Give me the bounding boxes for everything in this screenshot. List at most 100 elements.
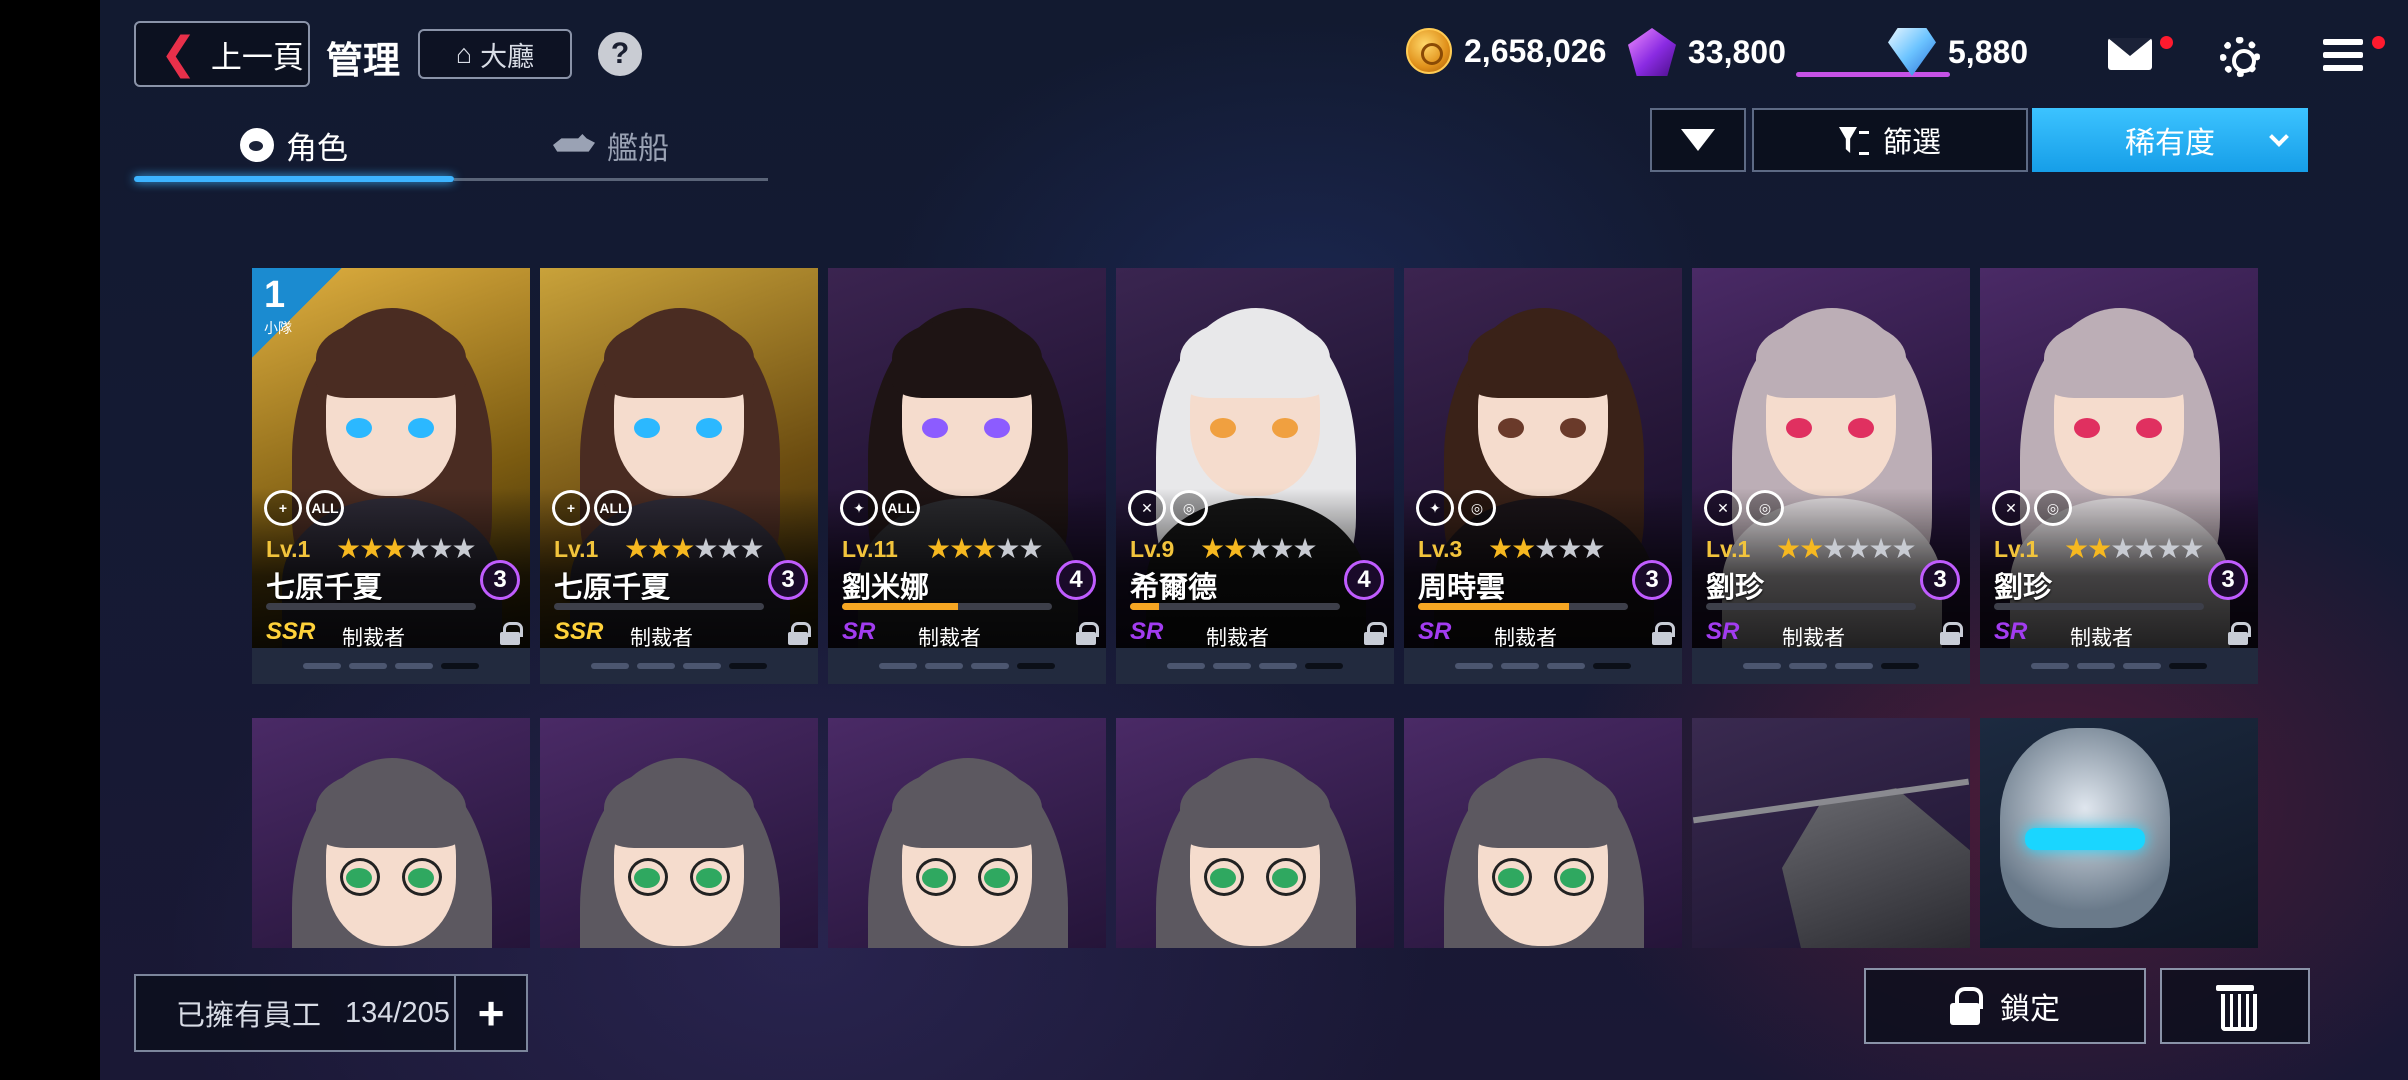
level-text: Lv.11 — [842, 536, 898, 562]
delete-button[interactable] — [2160, 968, 2310, 1044]
character-card-partial[interactable] — [1692, 718, 1970, 948]
job-label: 制裁者 — [342, 627, 405, 648]
rarity-label: SR — [842, 618, 876, 645]
character-name: 劉米娜 — [842, 572, 930, 604]
owned-employees-panel: 已擁有員工 134/205 + — [134, 974, 528, 1052]
role-icons: ✦ ◎ — [1416, 490, 1496, 526]
character-icon — [240, 128, 274, 162]
star-icon: ★ — [405, 533, 430, 564]
character-card[interactable]: ✕ ◎ Lv.9 ★★★★★ 希爾德 4 SR 制裁者 — [1116, 268, 1394, 684]
lock-icon — [1076, 622, 1099, 645]
lock-button[interactable]: 鎖定 — [1864, 968, 2146, 1044]
help-button[interactable]: ? — [598, 32, 642, 76]
tab-ships[interactable]: 艦船 — [454, 112, 768, 178]
character-card[interactable]: ✕ ◎ Lv.1 ★★★★★★ 劉珍 3 SR 制裁者 — [1692, 268, 1970, 684]
star-icon: ★ — [1292, 533, 1317, 564]
owned-count: 134/205 — [345, 996, 450, 1029]
menu-icon[interactable] — [2323, 39, 2363, 71]
target-role-icon: ALL — [306, 490, 344, 526]
glasses-lens — [402, 858, 442, 896]
footer-dash — [1167, 663, 1205, 669]
back-label: 上一頁 — [210, 39, 304, 75]
level-text: Lv.3 — [1418, 536, 1463, 562]
bangs-shape — [892, 318, 1042, 398]
tab-bar: 角色 艦船 — [134, 112, 768, 184]
eye-shape — [1272, 418, 1298, 438]
footer-dash — [2031, 663, 2069, 669]
footer-dash — [925, 663, 963, 669]
character-portrait: 1 小隊 + ALL Lv.1 ★★★★★★ 七原千夏 3 SSR 制裁者 — [252, 268, 530, 648]
footer-dash — [1835, 663, 1873, 669]
role-icons: + ALL — [552, 490, 632, 526]
star-icon: ★ — [670, 533, 695, 564]
exp-bar-fill — [842, 603, 958, 610]
bangs-shape — [2044, 318, 2194, 398]
exp-bar — [266, 603, 476, 610]
class-role-icon: ✦ — [1416, 490, 1454, 526]
diamond-resource[interactable]: 5,880 — [1888, 28, 2028, 76]
character-card-partial[interactable] — [1116, 718, 1394, 948]
character-portrait — [540, 718, 818, 948]
back-button[interactable]: ❮ 上一頁 — [134, 21, 310, 87]
exp-bar — [1994, 603, 2204, 610]
expand-capacity-button[interactable]: + — [454, 976, 526, 1050]
order-toggle-button[interactable] — [1650, 108, 1746, 172]
level-text: Lv.1 — [554, 536, 599, 562]
diamond-value: 5,880 — [1948, 33, 2029, 70]
filter-button[interactable]: 篩選 — [1752, 108, 2028, 172]
character-card[interactable]: ✦ ALL Lv.11 ★★★★★ 劉米娜 4 SR 制裁者 — [828, 268, 1106, 684]
footer-dash — [1501, 663, 1539, 669]
level-text: Lv.1 — [1706, 536, 1751, 562]
target-role-icon: ALL — [882, 490, 920, 526]
tab-characters[interactable]: 角色 — [134, 112, 454, 178]
page-title: 管理 — [326, 40, 400, 81]
bangs-shape — [1468, 318, 1618, 398]
lock-icon — [1940, 622, 1963, 645]
character-grid[interactable]: 1 小隊 + ALL Lv.1 ★★★★★★ 七原千夏 3 SSR 制裁者 + ALL Lv.1 ★★★★… — [100, 182, 2408, 948]
crystal-icon — [1628, 28, 1676, 76]
character-card[interactable]: + ALL Lv.1 ★★★★★★ 七原千夏 3 SSR 制裁者 — [540, 268, 818, 684]
character-card[interactable]: ✕ ◎ Lv.1 ★★★★★★ 劉珍 3 SR 制裁者 — [1980, 268, 2258, 684]
mail-icon[interactable] — [2108, 38, 2152, 70]
star-icon: ★ — [451, 533, 477, 564]
class-role-icon: ✕ — [1704, 490, 1742, 526]
star-icon: ★ — [1891, 533, 1917, 564]
lock-icon — [1950, 987, 1983, 1025]
glasses-lens — [1266, 858, 1306, 896]
character-card-partial[interactable] — [540, 718, 818, 948]
star-rating: ★★★★★ — [1200, 532, 1318, 565]
card-footer — [1692, 648, 1970, 684]
exp-bar — [1418, 603, 1628, 610]
rarity-label: SR — [1994, 618, 2028, 645]
home-icon: ⌂ — [455, 38, 473, 69]
character-portrait — [1404, 718, 1682, 948]
squad-marker: 1 小隊 — [252, 268, 342, 358]
character-card[interactable]: 1 小隊 + ALL Lv.1 ★★★★★★ 七原千夏 3 SSR 制裁者 — [252, 268, 530, 684]
character-card-partial[interactable] — [252, 718, 530, 948]
star-icon: ★ — [1868, 533, 1893, 564]
gear-icon[interactable] — [2220, 37, 2260, 77]
star-icon: ★ — [926, 533, 951, 564]
character-portrait: + ALL Lv.1 ★★★★★★ 七原千夏 3 SSR 制裁者 — [540, 268, 818, 648]
exp-bar-fill — [1130, 603, 1160, 610]
star-rating: ★★★★★★ — [336, 532, 477, 565]
star-rating: ★★★★★★ — [2064, 532, 2205, 565]
character-card-partial[interactable] — [1980, 718, 2258, 948]
sort-dropdown[interactable]: 稀有度 — [2032, 108, 2308, 172]
lobby-button[interactable]: ⌂ 大廳 — [418, 29, 572, 79]
character-card[interactable]: ✦ ◎ Lv.3 ★★★★★ 周時雲 3 SR 制裁者 — [1404, 268, 1682, 684]
glasses-lens — [1554, 858, 1594, 896]
card-footer — [252, 648, 530, 684]
character-card-partial[interactable] — [1404, 718, 1682, 948]
character-card-partial[interactable] — [828, 718, 1106, 948]
exp-bar — [842, 603, 1052, 610]
crystal-resource[interactable]: 33,800 — [1628, 28, 1786, 76]
character-portrait — [828, 718, 1106, 948]
tab-underline — [454, 178, 768, 181]
lock-icon — [788, 622, 811, 645]
star-icon: ★ — [428, 533, 453, 564]
star-rating: ★★★★★★ — [1776, 532, 1917, 565]
star-icon: ★ — [1845, 533, 1870, 564]
job-label: 制裁者 — [2070, 627, 2133, 648]
footer-dash — [441, 663, 479, 669]
